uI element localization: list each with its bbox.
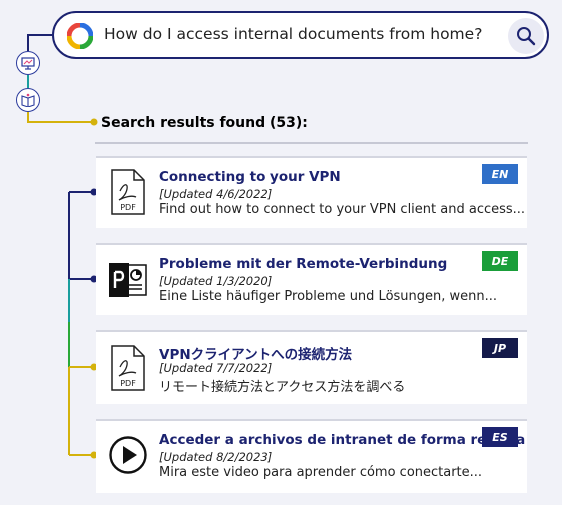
result-card[interactable]: Acceder a archivos de intranet de forma …	[96, 419, 527, 493]
pdf-icon: PDF	[111, 169, 145, 215]
svg-text:PDF: PDF	[120, 203, 136, 212]
language-badge: EN	[482, 164, 518, 184]
language-badge: DE	[482, 251, 518, 271]
result-description: リモート接続方法とアクセス方法を調べる	[159, 380, 406, 395]
language-badge: JP	[482, 338, 518, 358]
powerpoint-icon	[109, 263, 147, 297]
book-icon[interactable]	[16, 88, 40, 112]
result-title[interactable]: Probleme mit der Remote-Verbindung	[159, 256, 447, 272]
assistant-logo-icon	[67, 23, 93, 49]
search-bar[interactable]: How do I access internal documents from …	[52, 11, 549, 59]
presentation-icon[interactable]	[16, 51, 40, 75]
video-play-icon	[109, 436, 147, 474]
search-icon	[517, 27, 536, 46]
result-card[interactable]: Probleme mit der Remote-Verbindung [Upda…	[96, 243, 527, 315]
result-updated-date: [Updated 4/6/2022]	[159, 187, 273, 201]
result-card[interactable]: PDF Connecting to your VPN [Updated 4/6/…	[96, 156, 527, 228]
language-badge: ES	[482, 427, 518, 447]
result-title[interactable]: Connecting to your VPN	[159, 169, 341, 185]
result-title[interactable]: Acceder a archivos de intranet de forma …	[159, 432, 525, 448]
result-title[interactable]: VPNクライアントへの接続方法	[159, 343, 352, 363]
svg-text:PDF: PDF	[120, 379, 136, 388]
result-updated-date: [Updated 7/7/2022]	[159, 361, 273, 375]
results-heading: Search results found (53):	[101, 115, 308, 131]
pdf-icon: PDF	[111, 345, 145, 391]
result-description: Mira este video para aprender cómo conec…	[159, 465, 483, 480]
result-card[interactable]: PDF VPNクライアントへの接続方法 [Updated 7/7/2022] リ…	[96, 330, 527, 404]
result-updated-date: [Updated 1/3/2020]	[159, 274, 273, 288]
search-query-text[interactable]: How do I access internal documents from …	[104, 25, 482, 43]
result-description: Eine Liste häufiger Probleme und Lösunge…	[159, 289, 498, 304]
result-description: Find out how to connect to your VPN clie…	[159, 202, 526, 217]
heading-divider	[95, 142, 528, 144]
result-updated-date: [Updated 8/2/2023]	[159, 450, 273, 464]
search-button[interactable]	[508, 18, 544, 54]
